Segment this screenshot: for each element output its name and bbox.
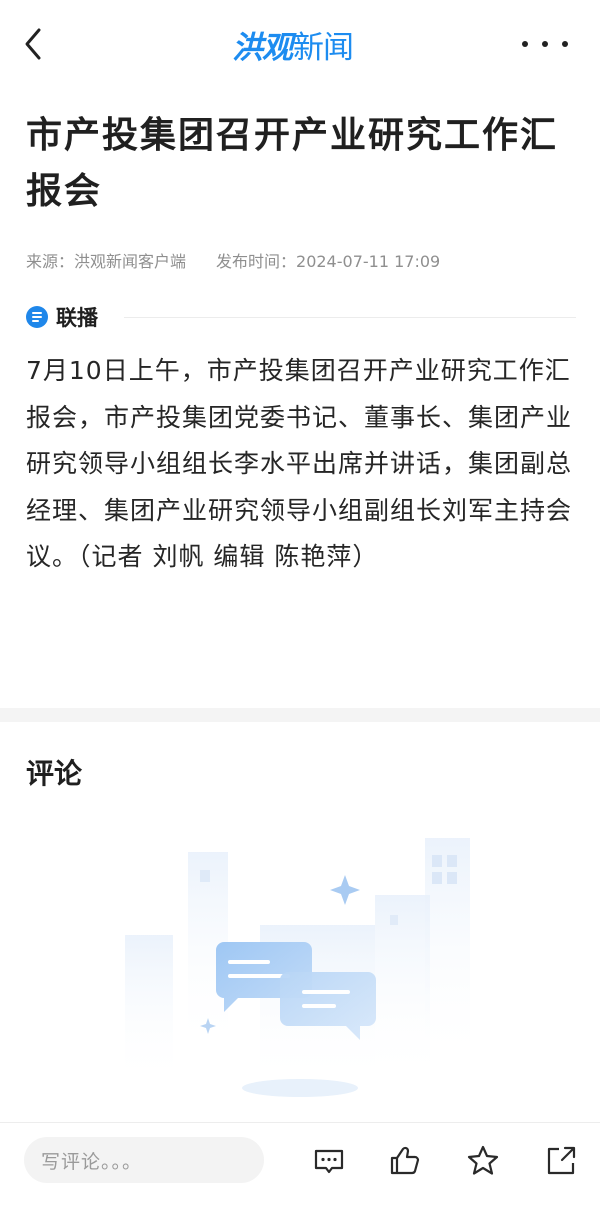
- empty-comments-illustration: [125, 838, 470, 1097]
- comment-icon: [314, 1149, 344, 1174]
- article-title: 市产投集团召开产业研究工作汇报会: [26, 115, 559, 212]
- chevron-left-icon: [25, 28, 41, 60]
- comment-input[interactable]: 写评论。。。: [24, 1137, 264, 1183]
- star-icon: [467, 1145, 499, 1175]
- comments-button[interactable]: [309, 1141, 349, 1181]
- share-icon: [547, 1146, 576, 1175]
- more-dot-icon: [562, 41, 568, 47]
- logo-brand-text: 洪观: [232, 29, 293, 66]
- column-tag-row: 联播: [26, 302, 576, 332]
- article-publish-time: 发布时间：2024-07-11 17:09: [216, 252, 441, 271]
- favorite-button[interactable]: [463, 1141, 503, 1181]
- bottom-action-bar: 写评论。。。: [0, 1122, 600, 1214]
- more-dot-icon: [522, 41, 528, 47]
- column-name[interactable]: 联播: [56, 302, 98, 332]
- back-button[interactable]: [14, 24, 54, 64]
- like-button[interactable]: [385, 1141, 425, 1181]
- share-button[interactable]: [541, 1141, 581, 1181]
- article-meta: 来源：洪观新闻客户端 发布时间：2024-07-11 17:09: [26, 248, 440, 272]
- comment-input-placeholder: 写评论。。。: [41, 1150, 143, 1173]
- thumbs-up-icon: [390, 1146, 420, 1175]
- more-options-button[interactable]: [522, 28, 568, 60]
- app-logo: 洪观 新闻: [232, 22, 354, 66]
- document-icon: [26, 306, 48, 328]
- top-navigation-bar: 洪观 新闻: [0, 0, 600, 88]
- more-dot-icon: [542, 41, 548, 47]
- article-body: 7月10日上午，市产投集团召开产业研究工作汇报会，市产投集团党委书记、董事长、集…: [26, 356, 573, 571]
- article-source: 来源：洪观新闻客户端: [26, 252, 187, 271]
- logo-news-text: 新闻: [293, 29, 354, 66]
- section-divider: [0, 708, 600, 722]
- comments-section-title: 评论: [26, 757, 83, 790]
- column-divider-line: [124, 316, 576, 318]
